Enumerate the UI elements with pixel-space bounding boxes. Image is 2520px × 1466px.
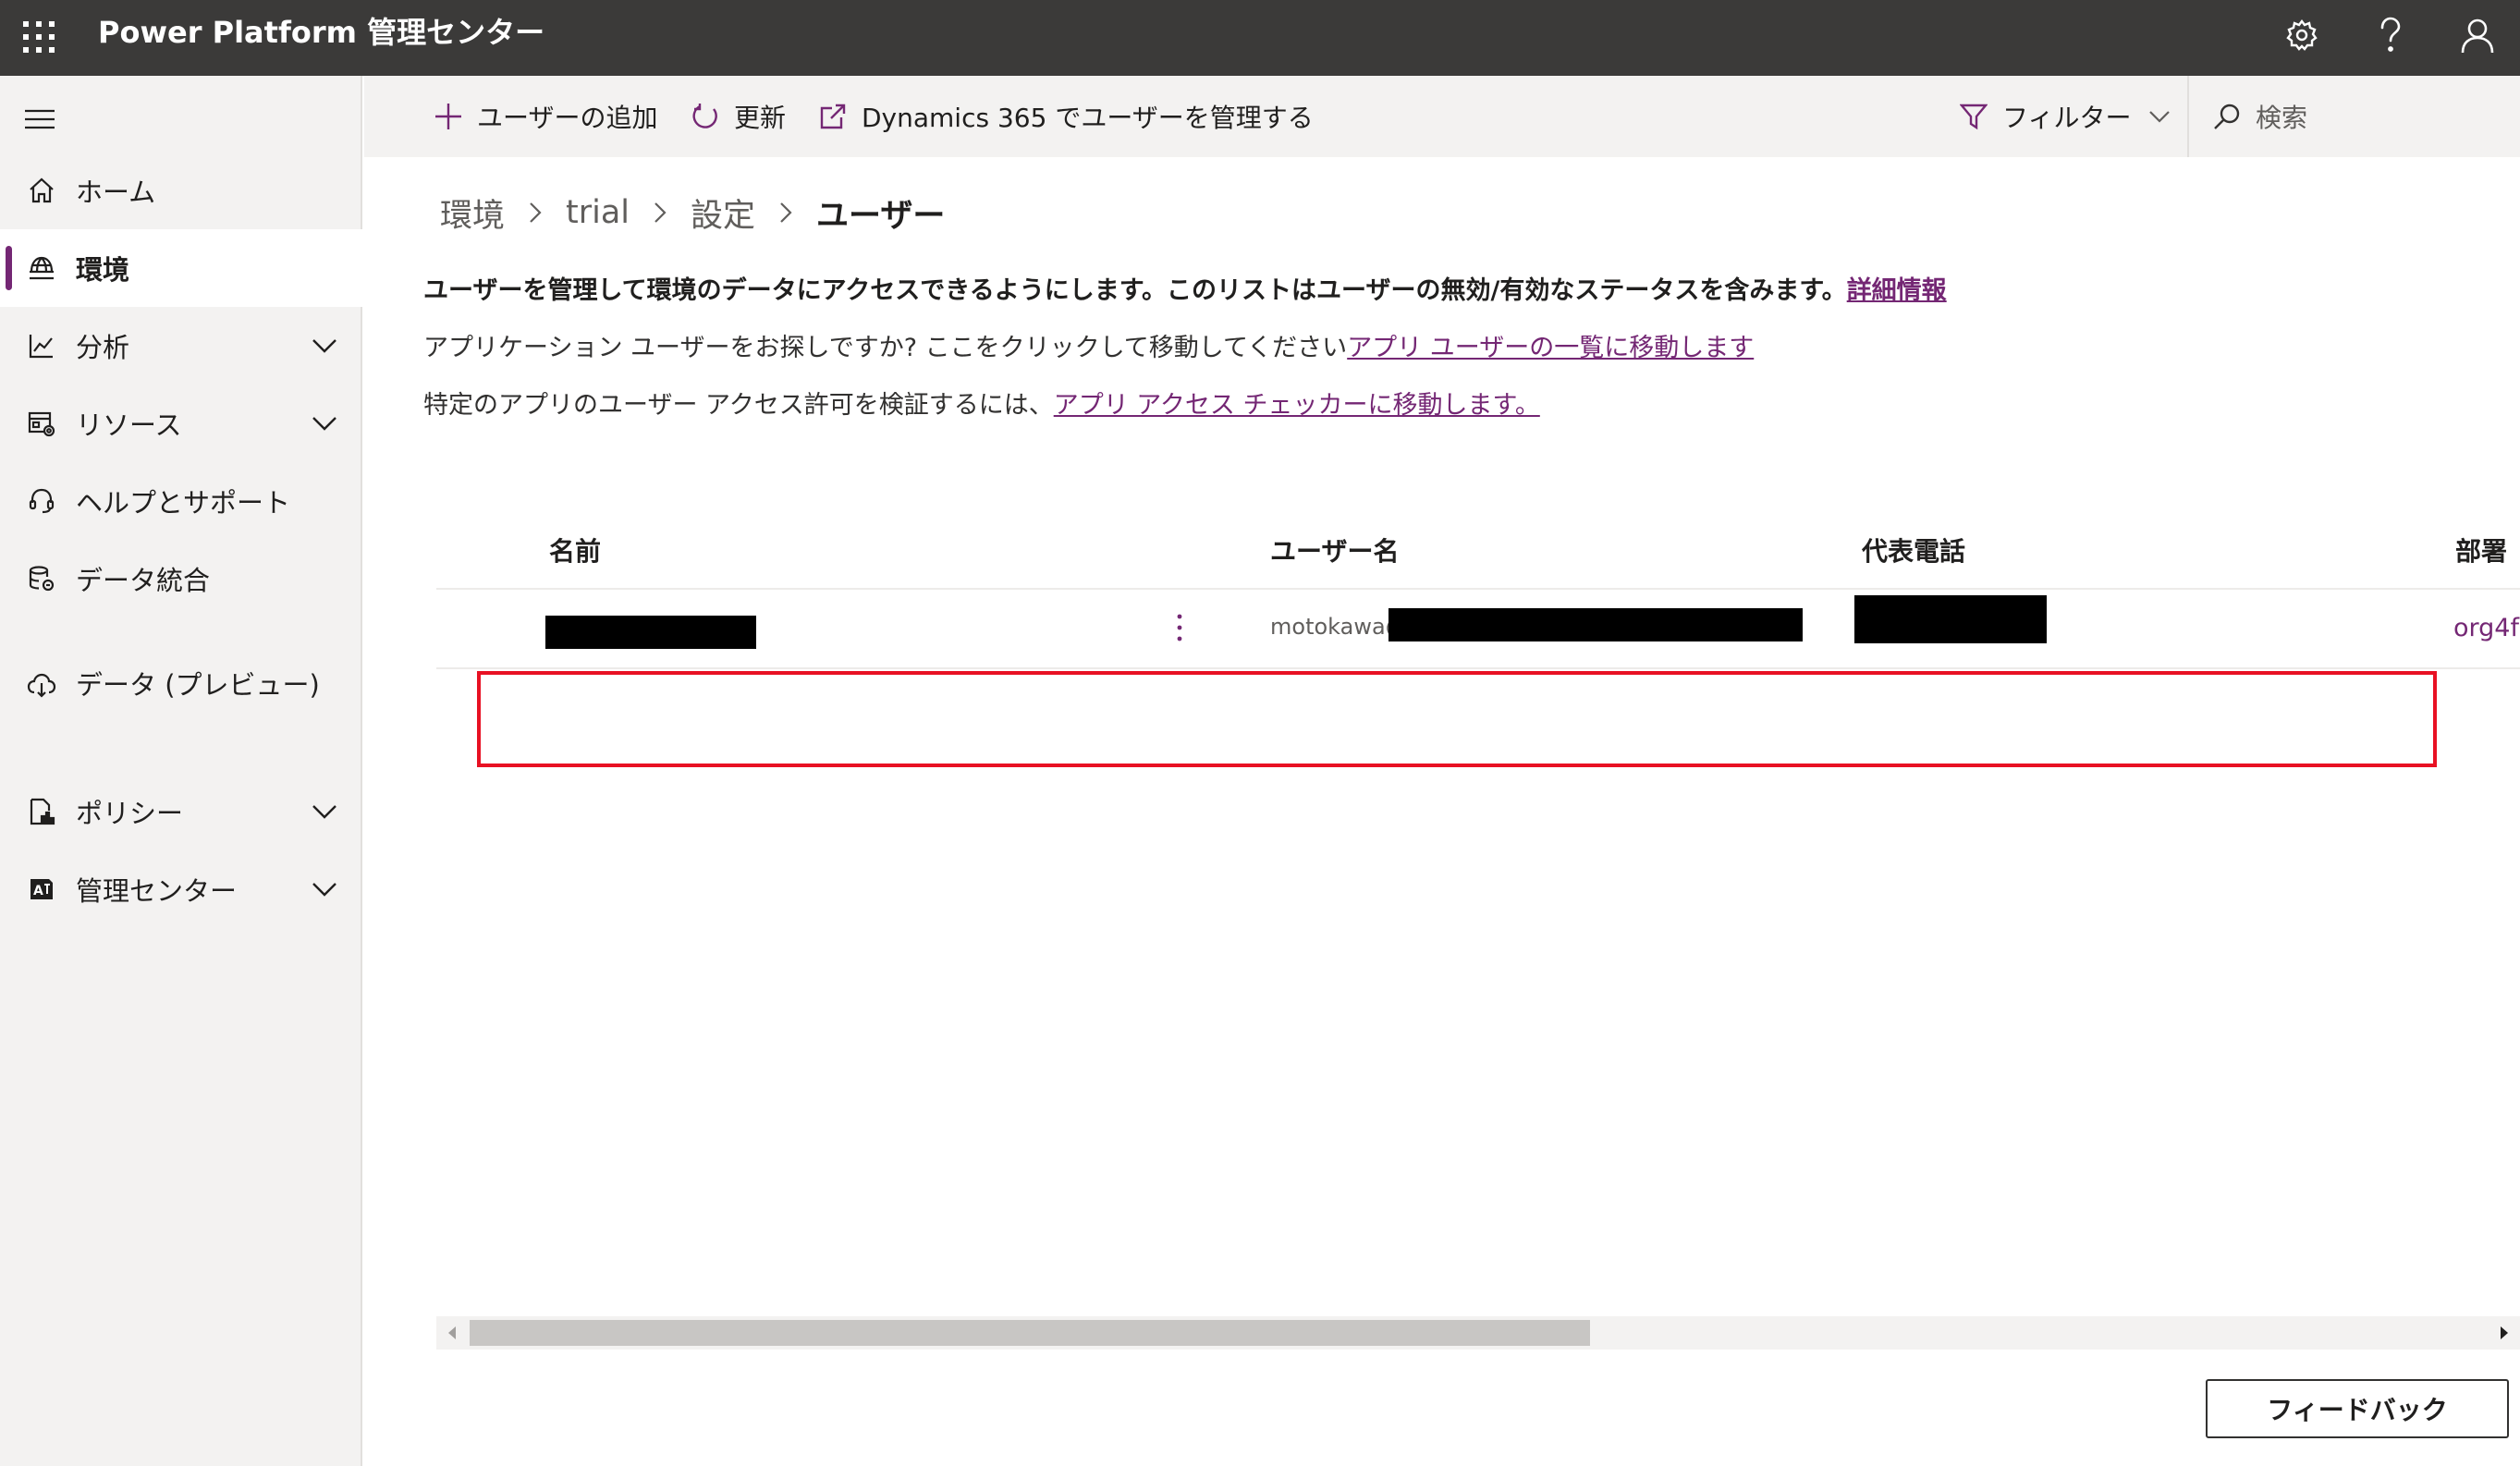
chevron-down-icon[interactable] <box>309 873 340 905</box>
table-row[interactable]: motokawa@ org4f2 <box>436 592 2520 669</box>
refresh-icon <box>690 101 721 132</box>
sidebar-item-label: リソース <box>76 409 182 441</box>
username-cell: motokawa@ <box>1270 614 1408 640</box>
command-divider <box>2187 76 2189 157</box>
svg-text:A: A <box>33 884 43 898</box>
redacted-name <box>545 616 756 649</box>
refresh-label: 更新 <box>734 103 787 133</box>
column-header-department[interactable]: 部署 <box>2455 514 2507 590</box>
highlight-box <box>477 671 2437 767</box>
department-link[interactable]: org4f2 <box>2453 614 2520 642</box>
chevron-down-icon[interactable] <box>309 330 340 361</box>
sidebar-item-environments[interactable]: 環境 <box>0 229 362 307</box>
redacted-phone <box>1854 595 2047 643</box>
sidebar-item-analytics[interactable]: 分析 <box>0 307 362 385</box>
gear-icon[interactable] <box>2276 11 2328 59</box>
app-users-list-link[interactable]: アプリ ユーザーの一覧に移動します <box>1347 334 1754 362</box>
description-text: 特定のアプリのユーザー アクセス許可を検証するには、 <box>423 391 1054 420</box>
waffle-icon[interactable] <box>18 15 59 59</box>
sidebar-item-label: ポリシー <box>76 798 184 829</box>
column-header-phone[interactable]: 代表電話 <box>1862 514 1965 590</box>
refresh-button[interactable]: 更新 <box>690 76 786 157</box>
sidebar-item-admin-centers[interactable]: A 管理センター <box>0 850 362 928</box>
manage-dynamics-button[interactable]: Dynamics 365 でユーザーを管理する <box>817 76 1314 157</box>
scroll-left-icon[interactable] <box>436 1316 468 1350</box>
horizontal-scrollbar[interactable] <box>436 1316 2520 1350</box>
breadcrumb-settings[interactable]: 設定 <box>691 189 755 237</box>
description-text: アプリケーション ユーザーをお探しですか? ここをクリックして移動してください <box>423 334 1348 362</box>
app-title[interactable]: Power Platform 管理センター <box>98 0 544 65</box>
add-user-button[interactable]: ユーザーの追加 <box>433 76 657 157</box>
sidebar-item-home[interactable]: ホーム <box>0 152 362 229</box>
chart-icon <box>26 330 57 361</box>
learn-more-link[interactable]: 詳細情報 <box>1847 276 1947 305</box>
sidebar-item-resources[interactable]: リソース <box>0 385 362 462</box>
filter-button[interactable]: フィルター <box>1958 76 2175 157</box>
plus-icon <box>433 101 464 132</box>
search-box[interactable]: 検索 <box>2211 76 2307 157</box>
manage-dynamics-label: Dynamics 365 でユーザーを管理する <box>862 103 1314 133</box>
home-icon <box>26 175 57 206</box>
breadcrumb-environments[interactable]: 環境 <box>440 189 505 237</box>
more-options-icon[interactable] <box>1163 605 1196 651</box>
top-header: Power Platform 管理センター <box>0 0 2520 76</box>
chevron-down-icon[interactable] <box>309 408 340 439</box>
column-header-name[interactable]: 名前 <box>549 514 601 590</box>
chevron-right-icon <box>774 201 798 225</box>
chevron-right-icon <box>648 201 672 225</box>
description-line-3: 特定のアプリのユーザー アクセス許可を検証するには、アプリ アクセス チェッカー… <box>423 385 1540 421</box>
breadcrumb: 環境 trial 設定 ユーザー <box>440 185 945 240</box>
sidebar-item-policies[interactable]: ポリシー <box>0 773 362 850</box>
sidebar-item-help-support[interactable]: ヘルプとサポート <box>0 462 362 540</box>
headset-icon <box>26 485 57 517</box>
scrollbar-thumb[interactable] <box>470 1320 1590 1346</box>
help-icon[interactable] <box>2365 11 2416 59</box>
chevron-right-icon <box>523 201 547 225</box>
search-placeholder: 検索 <box>2256 103 2308 133</box>
app-access-checker-link[interactable]: アプリ アクセス チェッカーに移動します。 <box>1054 391 1540 420</box>
globe-icon <box>26 252 57 284</box>
command-bar: ユーザーの追加 更新 Dynamics 365 でユーザーを管理する フィルター… <box>364 76 2520 157</box>
description-line-2: アプリケーション ユーザーをお探しですか? ここをクリックして移動してくださいア… <box>423 327 1754 363</box>
active-indicator <box>6 246 12 290</box>
sidebar-item-label: ヘルプとサポート <box>76 487 291 519</box>
table-header: 名前 ユーザー名 代表電話 部署 <box>436 514 2520 590</box>
add-user-label: ユーザーの追加 <box>477 103 658 133</box>
sidebar: ホーム 環境 分析 リソース ヘルプとサポート データ統合 データ (プレビュー… <box>0 76 362 1466</box>
sidebar-item-label: 環境 <box>76 254 130 286</box>
resource-icon <box>26 408 57 439</box>
chevron-down-icon[interactable] <box>309 796 340 827</box>
cloud-icon <box>26 669 57 701</box>
scroll-right-icon[interactable] <box>2489 1316 2520 1350</box>
hamburger-menu-icon[interactable] <box>20 100 59 139</box>
chevron-down-icon <box>2144 101 2175 132</box>
data-integration-icon <box>26 563 57 594</box>
breadcrumb-trial[interactable]: trial <box>566 194 630 231</box>
admin-center-icon: A <box>26 873 57 905</box>
feedback-button[interactable]: フィードバック <box>2206 1379 2509 1438</box>
redacted-username <box>1388 608 1803 641</box>
policy-icon <box>26 796 57 827</box>
sidebar-item-label: 分析 <box>76 332 130 363</box>
search-icon <box>2211 101 2243 132</box>
filter-label: フィルター <box>2002 103 2132 133</box>
sidebar-item-label: データ (プレビュー) <box>76 669 320 701</box>
description-text: ユーザーを管理して環境のデータにアクセスできるようにします。このリストはユーザー… <box>423 276 1847 305</box>
sidebar-item-label: データ統合 <box>76 565 211 596</box>
sidebar-item-data-preview[interactable]: データ (プレビュー) <box>0 634 362 736</box>
column-header-username[interactable]: ユーザー名 <box>1270 514 1399 590</box>
sidebar-item-data-integration[interactable]: データ統合 <box>0 540 362 617</box>
user-icon[interactable] <box>2452 11 2503 59</box>
breadcrumb-users: ユーザー <box>816 197 946 235</box>
description-line-1: ユーザーを管理して環境のデータにアクセスできるようにします。このリストはユーザー… <box>423 270 1947 306</box>
open-external-icon <box>817 101 849 132</box>
sidebar-item-label: 管理センター <box>76 875 238 907</box>
filter-icon <box>1958 101 1989 132</box>
sidebar-item-label: ホーム <box>76 177 156 208</box>
